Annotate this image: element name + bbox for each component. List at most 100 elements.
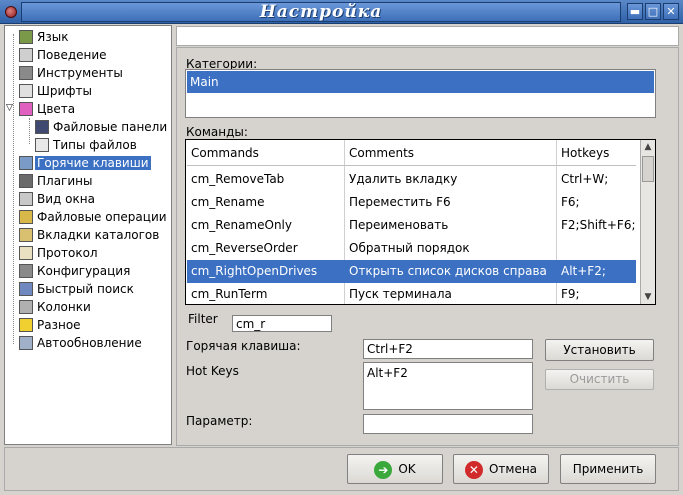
comment-cell: Открыть список дисков справа [349, 264, 547, 278]
tree-item-label: Колонки [37, 299, 91, 314]
window-menu-button[interactable] [2, 2, 20, 22]
window-title: Настройка [259, 2, 383, 22]
hotkey-cell: F6; [561, 195, 580, 209]
options-tree[interactable]: Язык Поведение Инструменты Шрифты Цвета Файло… [4, 25, 172, 445]
set-hotkey-button[interactable]: Установить [545, 339, 654, 361]
comment-cell: Пуск терминала [349, 287, 452, 301]
clear-hotkey-button[interactable]: Очистить [545, 369, 654, 390]
tree-item[interactable]: Горячие клавиши [19, 153, 151, 171]
table-row[interactable]: cm_RenameOnly Переименовать F2;Shift+F6; [187, 214, 636, 237]
tree-item[interactable]: Язык [19, 27, 70, 45]
hotkey-input[interactable]: Ctrl+F2 [363, 339, 533, 359]
categories-list[interactable]: Main [185, 69, 656, 118]
tree-item[interactable]: Поведение [19, 45, 109, 63]
table-row[interactable]: cm_RemoveTab Удалить вкладку Ctrl+W; [187, 168, 636, 191]
title-bar[interactable]: Настройка ▬ □ ✕ [0, 0, 683, 24]
hotkey-cell [558, 237, 636, 259]
tree-item[interactable]: Колонки [19, 297, 93, 315]
command-cell: cm_RemoveTab [191, 172, 285, 186]
shade-button[interactable]: ▬ [627, 3, 643, 20]
tree-item[interactable]: Шрифты [19, 81, 94, 99]
tree-item[interactable]: Вкладки каталогов [19, 225, 161, 243]
command-cell: cm_RenameOnly [191, 218, 292, 232]
cancel-label: Отмена [488, 462, 538, 476]
comment-cell: Переименовать [349, 218, 449, 232]
maximize-button[interactable]: □ [645, 3, 661, 20]
hotkeys-icon [19, 155, 33, 170]
colors-icon [19, 101, 33, 116]
command-cell: cm_RunTerm [191, 287, 268, 301]
fonts-icon [19, 83, 33, 98]
tree-item[interactable]: Инструменты [19, 63, 125, 81]
scroll-up-icon[interactable]: ▲ [641, 140, 655, 154]
ok-button[interactable]: ➔ OK [347, 454, 443, 484]
hotkeys-list[interactable]: Alt+F2 [363, 362, 533, 410]
file-panels-icon [35, 119, 49, 134]
tree-item[interactable]: Плагины [19, 171, 94, 189]
tree-item[interactable]: Файловые панели [35, 117, 169, 135]
tree-item-label: Горячие клавиши [35, 155, 151, 170]
tree-item[interactable]: Автообновление [19, 333, 144, 351]
tree-item[interactable]: Разное [19, 315, 83, 333]
scroll-thumb[interactable] [642, 156, 654, 182]
table-row[interactable]: cm_RunTerm Пуск терминала F9; [187, 283, 636, 304]
tree-item-label: Вид окна [37, 191, 95, 206]
tree-item[interactable]: Протокол [19, 243, 100, 261]
comment-cell: Обратный порядок [349, 241, 470, 255]
command-cell: cm_ReverseOrder [191, 241, 298, 255]
tree-item[interactable]: Файловые операции [19, 207, 169, 225]
hotkey-cell: Ctrl+W; [561, 172, 609, 186]
ok-icon: ➔ [374, 460, 393, 479]
ok-label: OK [398, 462, 416, 476]
comment-cell: Удалить вкладку [349, 172, 458, 186]
table-row[interactable]: cm_ReverseOrder Обратный порядок [187, 237, 636, 260]
close-button[interactable]: ✕ [663, 3, 679, 20]
category-item[interactable]: Main [187, 71, 654, 93]
folder-tabs-icon [19, 227, 33, 242]
header-hotkeys[interactable]: Hotkeys [558, 142, 636, 164]
filter-input[interactable]: cm_r [232, 315, 332, 332]
file-types-icon [35, 137, 49, 152]
expander-icon[interactable]: ▽ [6, 99, 13, 117]
hotkeys-list-item[interactable]: Alt+F2 [367, 366, 408, 380]
tree-guide [13, 34, 14, 344]
hotkeys-list-label: Hot Keys [186, 364, 239, 378]
tree-item[interactable]: Цвета [19, 99, 77, 117]
tree-item-label: Язык [37, 29, 69, 44]
comment-cell: Переместить F6 [349, 195, 451, 209]
title-area: Настройка [21, 2, 621, 22]
tree-item-label: Быстрый поиск [37, 281, 134, 296]
commands-table[interactable]: Commands Comments Hotkeys cm_RemoveTab Уд… [185, 139, 656, 305]
tree-item-label: Конфигурация [37, 263, 131, 278]
window-view-icon [19, 191, 33, 206]
commands-scrollbar[interactable]: ▲ ▼ [640, 140, 655, 304]
tree-item[interactable]: Быстрый поиск [19, 279, 136, 297]
header-commands[interactable]: Commands [188, 142, 344, 164]
misc-icon [19, 317, 33, 332]
language-icon [19, 29, 33, 44]
apply-button[interactable]: Применить [560, 454, 656, 484]
tree-item[interactable]: Конфигурация [19, 261, 132, 279]
tools-icon [19, 65, 33, 80]
scroll-down-icon[interactable]: ▼ [641, 290, 655, 304]
configuration-icon [19, 263, 33, 278]
tree-item-label: Файловые операции [37, 209, 167, 224]
table-row[interactable]: cm_RightOpenDrives Открыть список дисков … [187, 260, 636, 283]
cancel-button[interactable]: ✕ Отмена [453, 454, 549, 484]
cancel-icon: ✕ [464, 460, 483, 479]
tree-guide [29, 118, 30, 144]
parameter-label: Параметр: [186, 414, 253, 428]
table-row[interactable]: cm_Rename Переместить F6 F6; [187, 191, 636, 214]
file-operations-icon [19, 209, 33, 224]
tree-item-label: Цвета [37, 101, 76, 116]
tree-item[interactable]: Типы файлов [35, 135, 139, 153]
table-header: Commands Comments Hotkeys [187, 141, 636, 166]
tree-item-label: Автообновление [37, 335, 142, 350]
tree-item-label: Вкладки каталогов [37, 227, 160, 242]
parameter-input[interactable] [363, 414, 533, 434]
tree-item[interactable]: Вид окна [19, 189, 97, 207]
plugins-icon [19, 173, 33, 188]
tree-item-label: Разное [37, 317, 81, 332]
header-comments[interactable]: Comments [346, 142, 556, 164]
tree-item-label: Шрифты [37, 83, 92, 98]
